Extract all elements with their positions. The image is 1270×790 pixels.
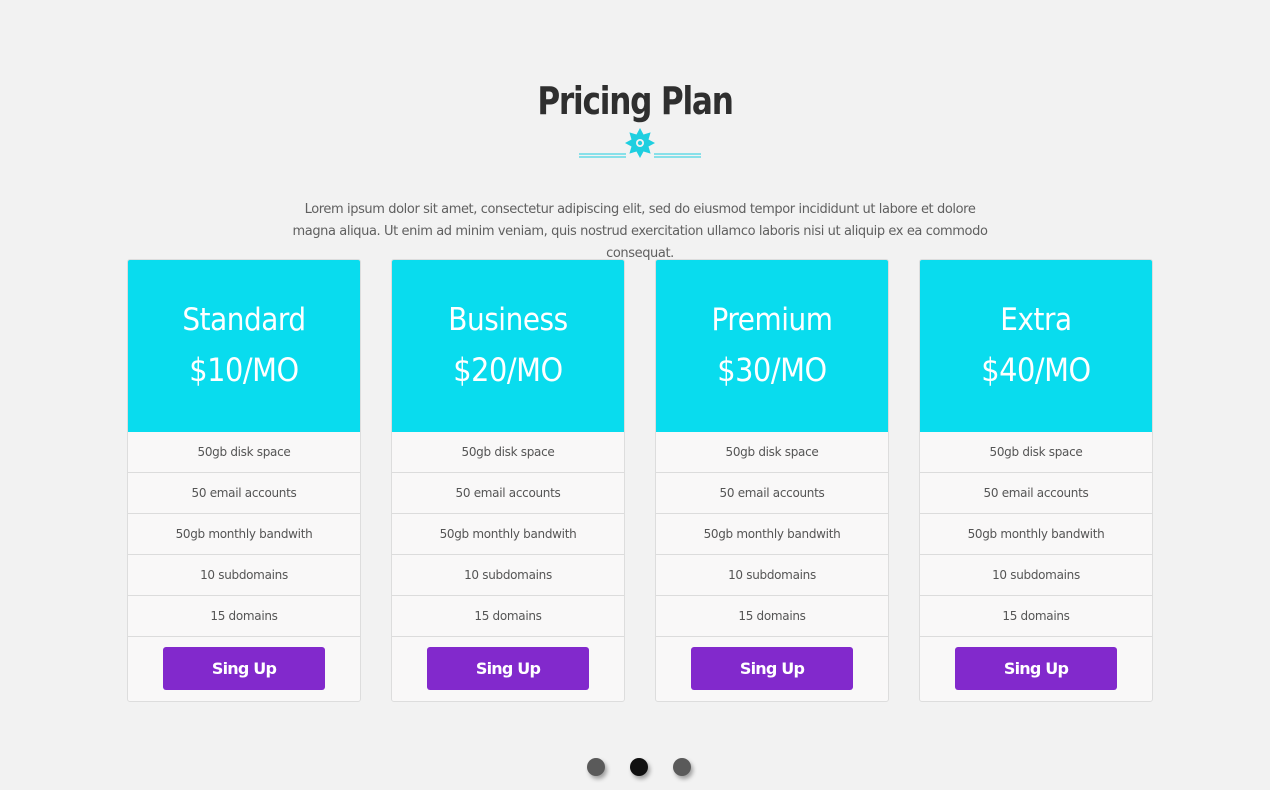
feature-item: 50gb disk space	[656, 432, 888, 473]
feature-item: 15 domains	[128, 596, 360, 637]
feature-item: 50gb monthly bandwith	[656, 514, 888, 555]
feature-item: 10 subdomains	[656, 555, 888, 596]
feature-item: 50gb disk space	[920, 432, 1152, 473]
feature-item: 50 email accounts	[656, 473, 888, 514]
pagination-dot-3[interactable]	[673, 758, 691, 776]
plan-price: $40/MO	[981, 351, 1091, 389]
card-header: Business $20/MO	[392, 260, 624, 432]
card-header: Standard $10/MO	[128, 260, 360, 432]
page-title: Pricing Plan	[537, 79, 734, 124]
sign-up-button-business[interactable]: Sing Up	[427, 647, 589, 690]
feature-list: 50gb disk space 50 email accounts 50gb m…	[920, 432, 1152, 637]
sign-up-button-extra[interactable]: Sing Up	[955, 647, 1117, 690]
plan-price: $10/MO	[189, 351, 299, 389]
pagination-dot-2[interactable]	[630, 758, 648, 776]
feature-item: 50 email accounts	[392, 473, 624, 514]
plan-name: Premium	[711, 302, 833, 338]
feature-item: 50 email accounts	[920, 473, 1152, 514]
sign-up-button-premium[interactable]: Sing Up	[691, 647, 853, 690]
plan-name: Extra	[1000, 302, 1072, 338]
pagination-dot-1[interactable]	[587, 758, 605, 776]
carousel-pagination	[587, 758, 697, 778]
pricing-card-standard: Standard $10/MO 50gb disk space 50 email…	[127, 259, 361, 702]
pricing-card-extra: Extra $40/MO 50gb disk space 50 email ac…	[919, 259, 1153, 702]
feature-item: 50gb monthly bandwith	[128, 514, 360, 555]
feature-item: 50gb disk space	[128, 432, 360, 473]
feature-list: 50gb disk space 50 email accounts 50gb m…	[392, 432, 624, 637]
feature-item: 50gb monthly bandwith	[920, 514, 1152, 555]
plan-name: Business	[448, 302, 568, 338]
sign-up-button-standard[interactable]: Sing Up	[163, 647, 325, 690]
feature-item: 50gb monthly bandwith	[392, 514, 624, 555]
feature-item: 50gb disk space	[392, 432, 624, 473]
section-divider	[578, 126, 702, 160]
feature-item: 15 domains	[392, 596, 624, 637]
feature-item: 10 subdomains	[392, 555, 624, 596]
feature-list: 50gb disk space 50 email accounts 50gb m…	[656, 432, 888, 637]
pricing-card-premium: Premium $30/MO 50gb disk space 50 email …	[655, 259, 889, 702]
plan-price: $30/MO	[717, 351, 827, 389]
section-description: Lorem ipsum dolor sit amet, consectetur …	[292, 202, 988, 261]
card-header: Extra $40/MO	[920, 260, 1152, 432]
plan-price: $20/MO	[453, 351, 563, 389]
feature-item: 10 subdomains	[128, 555, 360, 596]
feature-item: 15 domains	[920, 596, 1152, 637]
star-burst-icon	[579, 128, 701, 158]
feature-item: 10 subdomains	[920, 555, 1152, 596]
feature-item: 50 email accounts	[128, 473, 360, 514]
feature-item: 15 domains	[656, 596, 888, 637]
card-header: Premium $30/MO	[656, 260, 888, 432]
feature-list: 50gb disk space 50 email accounts 50gb m…	[128, 432, 360, 637]
pricing-card-business: Business $20/MO 50gb disk space 50 email…	[391, 259, 625, 702]
plan-name: Standard	[182, 302, 306, 338]
